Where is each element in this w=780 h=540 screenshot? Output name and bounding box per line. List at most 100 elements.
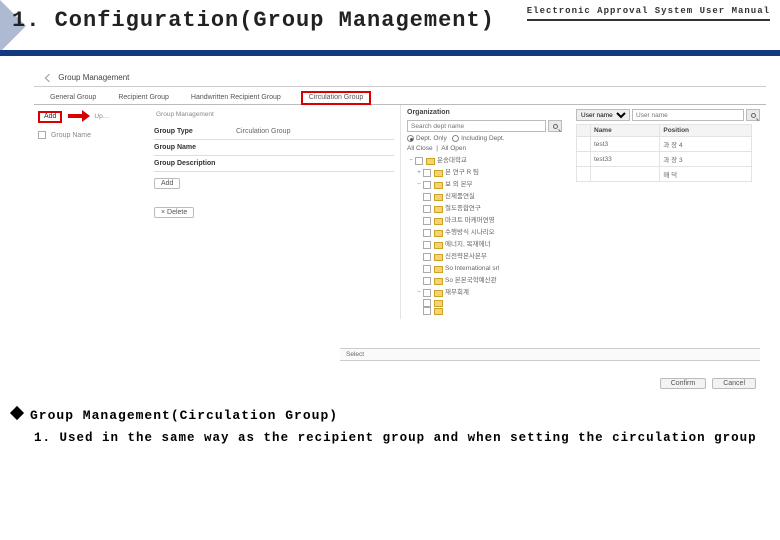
tree-node-label[interactable]: So International srl — [445, 263, 499, 275]
org-search-button[interactable] — [548, 120, 562, 132]
tree-node-label[interactable]: 운송대학교 — [437, 155, 467, 167]
checkbox-icon[interactable] — [423, 169, 431, 177]
panel-title: Group Management — [58, 73, 129, 82]
tree-node-label[interactable]: 재무회계 — [445, 287, 469, 299]
item-number: 1. — [34, 431, 51, 445]
input-group-description[interactable] — [236, 160, 394, 167]
callout-arrow-icon — [68, 111, 90, 121]
user-search-button[interactable] — [746, 109, 760, 121]
table-row[interactable]: test33 과 장 3 — [577, 152, 752, 167]
user-search-type[interactable]: User name — [576, 109, 630, 121]
user-search: User name — [576, 109, 760, 121]
collapse-icon[interactable]: − — [415, 287, 423, 299]
annotation-heading-text: Group Management(Circulation Group) — [30, 408, 338, 423]
group-list-column: Add Up… Group Name — [34, 105, 154, 145]
folder-icon — [434, 278, 443, 285]
form-add-button[interactable]: Add — [154, 178, 180, 189]
tab-handwritten-recipient-group[interactable]: Handwritten Recipient Group — [189, 91, 283, 104]
item-text: Used in the same way as the recipient gr… — [60, 431, 757, 445]
cancel-button[interactable]: Cancel — [712, 378, 756, 389]
confirm-button[interactable]: Confirm — [660, 378, 707, 389]
group-form-column: Group Management Group Type Circulation … — [154, 105, 394, 218]
checkbox-icon[interactable] — [423, 205, 431, 213]
collapse-icon[interactable]: − — [415, 179, 423, 191]
folder-icon — [426, 158, 435, 165]
form-section-title: Group Management — [156, 111, 394, 118]
tree-node-label[interactable]: 철도종합연구 — [445, 203, 481, 215]
all-close-link[interactable]: All Close — [407, 145, 433, 152]
row-group-name: Group Name — [154, 140, 394, 156]
checkbox-icon[interactable] — [423, 229, 431, 237]
col-position: Position — [660, 125, 752, 137]
delete-button[interactable]: × Delete — [154, 207, 194, 218]
checkbox-icon[interactable] — [423, 217, 431, 225]
cell-name: test3 — [591, 137, 660, 152]
select-bar: Select — [340, 348, 760, 361]
organization-title: Organization — [407, 109, 562, 116]
group-tabs: General Group Recipient Group Handwritte… — [34, 87, 766, 105]
folder-icon — [434, 308, 443, 315]
manual-name: Electronic Approval System User Manual — [527, 6, 770, 21]
tree-node-label[interactable]: 신전략본사본부 — [445, 251, 487, 263]
row-group-description: Group Description — [154, 156, 394, 172]
back-icon[interactable] — [45, 74, 53, 82]
tree-node-label[interactable]: 수행방식 시나리오 — [445, 227, 495, 239]
cell-name — [591, 167, 660, 182]
checkbox-icon[interactable] — [415, 157, 423, 165]
col-name: Name — [591, 125, 660, 137]
add-group-button[interactable]: Add — [38, 111, 62, 123]
radio-dept-only-label: Dept. Only — [416, 135, 447, 142]
embedded-screenshot: Group Management General Group Recipient… — [34, 70, 766, 386]
cell-position: 과 장 3 — [660, 152, 752, 167]
folder-icon — [434, 182, 443, 189]
tree-node-label[interactable]: 신제품연실 — [445, 191, 475, 203]
tab-general-group[interactable]: General Group — [48, 91, 98, 104]
table-row[interactable]: test3 과 장 4 — [577, 137, 752, 152]
checkbox-icon[interactable] — [38, 131, 46, 139]
organization-column: Organization Dept. Only Including Dept. … — [400, 105, 568, 319]
checkbox-icon[interactable] — [423, 193, 431, 201]
tab-circulation-group[interactable]: Circulation Group — [301, 91, 371, 105]
tree-node-label[interactable]: 마크트 마케머연영 — [445, 215, 495, 227]
tree-node-label[interactable]: 에너지, 목재에너 — [445, 239, 490, 251]
label-group-name: Group Name — [154, 144, 236, 151]
folder-icon — [434, 194, 443, 201]
checkbox-icon[interactable] — [423, 307, 431, 315]
expand-icon[interactable]: + — [415, 167, 423, 179]
select-label: Select — [346, 351, 364, 358]
tree-node-label[interactable]: 보 외 본부 — [445, 179, 473, 191]
cell-position: 과 장 4 — [660, 137, 752, 152]
dialog-buttons: Confirm Cancel — [660, 378, 756, 389]
annotation-block: Group Management(Circulation Group) 1. U… — [12, 408, 768, 445]
radio-including-dept[interactable] — [452, 135, 459, 142]
page-title: 1. Configuration(Group Management) — [12, 8, 495, 34]
checkbox-icon[interactable] — [423, 253, 431, 261]
collapse-icon[interactable]: − — [407, 155, 415, 167]
table-row[interactable]: 매 덕 — [577, 167, 752, 182]
user-search-input[interactable] — [632, 109, 744, 121]
radio-dept-only[interactable] — [407, 135, 414, 142]
tree-node-label[interactable]: So 본본국학예산관 — [445, 275, 497, 287]
bullet-diamond-icon — [10, 406, 24, 420]
folder-icon — [434, 242, 443, 249]
tree-node-label[interactable]: 본 연구 R 팀 — [445, 167, 479, 179]
org-search-input[interactable] — [407, 120, 546, 132]
folder-icon — [434, 254, 443, 261]
checkbox-icon[interactable] — [423, 299, 431, 307]
cell-name: test33 — [591, 152, 660, 167]
tab-recipient-group[interactable]: Recipient Group — [116, 91, 171, 104]
checkbox-icon[interactable] — [423, 241, 431, 249]
value-group-type: Circulation Group — [236, 128, 394, 135]
user-table: Name Position test3 과 장 4 test33 과 장 3 매… — [576, 124, 752, 182]
input-group-name[interactable] — [236, 144, 394, 151]
checkbox-icon[interactable] — [423, 277, 431, 285]
checkbox-icon[interactable] — [423, 265, 431, 273]
folder-icon — [434, 230, 443, 237]
org-tree[interactable]: − 운송대학교 + 본 연구 R 팀 − 보 외 본부 신제품연실 철도종합연구 마크… — [407, 155, 562, 315]
org-search — [407, 120, 562, 132]
checkbox-icon[interactable] — [423, 289, 431, 297]
cell-position: 매 덕 — [660, 167, 752, 182]
folder-icon — [434, 170, 443, 177]
checkbox-icon[interactable] — [423, 181, 431, 189]
all-open-link[interactable]: All Open — [441, 145, 466, 152]
